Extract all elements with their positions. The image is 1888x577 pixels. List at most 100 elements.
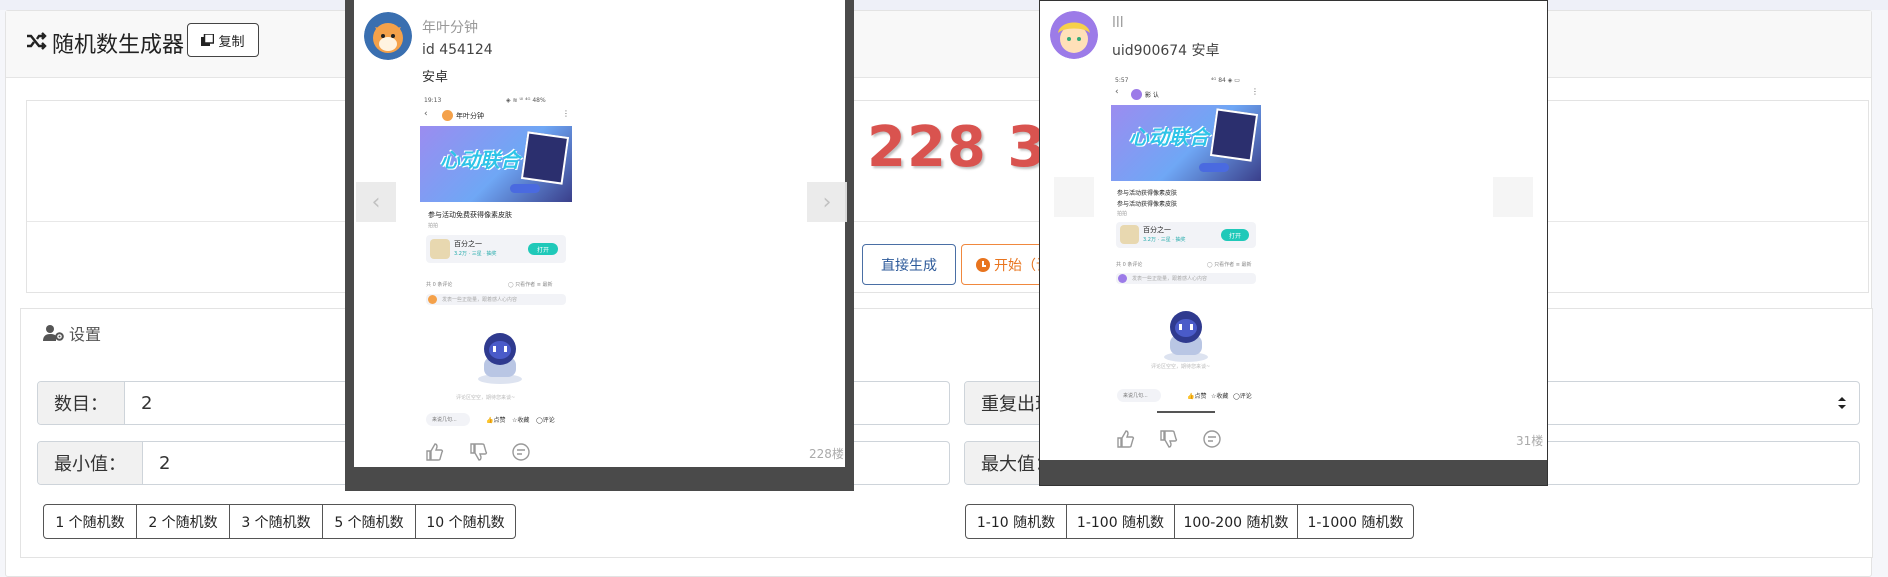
shot-card-name: 百分之一: [1143, 226, 1171, 234]
user-id: uid900674 安卓: [1112, 43, 1220, 59]
avatar: [364, 12, 412, 60]
shot-filter: ◯ 只看作者 ≡ 最新: [1207, 262, 1252, 268]
shot-back-icon: ‹: [1115, 87, 1119, 97]
shot-empty-text: 评论区空空，期待您来谈~: [456, 395, 516, 401]
result-divider: [27, 221, 1868, 222]
shot-comments-count: 共 0 条评论: [1116, 262, 1143, 268]
preset-count-10[interactable]: 10 个随机数: [415, 504, 516, 539]
popup-bottom-bar: [1040, 460, 1547, 485]
shot-task-text: 参与活动免费获得像素皮肤: [428, 211, 512, 219]
shot-status-time: 5:57: [1115, 77, 1129, 84]
shot-more-icon: ⋮: [1251, 87, 1259, 96]
shot-banner-title: 心动联合: [440, 148, 520, 172]
shot-bottom-input-text: 来说几句...: [1123, 393, 1148, 399]
top-strip: [0, 0, 1888, 10]
settings-heading: 设置: [43, 321, 101, 345]
shot-empty-text: 评论区空空，期待您来谈~: [1151, 364, 1211, 370]
username: 年叶分钟: [422, 20, 478, 36]
shot-comment: ◯评论: [1233, 393, 1252, 400]
comment-card-left: 年叶分钟 id 454124 安卓 19:13 ◈ ≋ ᵁˡ ⁴ᴳ 48% ‹ …: [354, 0, 847, 467]
generate-button[interactable]: 直接生成: [862, 244, 956, 285]
shot-status-right: ⁴ᴳ 84 ◈ ▭: [1211, 77, 1240, 84]
min-label: 最小值：: [38, 442, 143, 484]
shot-like: 👍点赞: [486, 417, 506, 424]
result-panel: 228 31 直接生成 开始（计时: [26, 100, 1869, 293]
robot-mascot-icon: [478, 333, 522, 384]
count-label: 数目：: [38, 382, 125, 424]
preset-range-1-100[interactable]: 1-100 随机数: [1066, 504, 1175, 539]
thumbs-down-icon[interactable]: [1158, 429, 1178, 449]
shuffle-icon: [27, 32, 47, 50]
comment-popup-left: 年叶分钟 id 454124 安卓 19:13 ◈ ≋ ᵁˡ ⁴ᴳ 48% ‹ …: [345, 0, 854, 491]
shot-task-text: 参与活动获得像素皮肤: [1117, 190, 1178, 197]
page-title: 随机数生成器: [52, 33, 185, 58]
shot-nav-name: 影 认: [1145, 92, 1159, 99]
prev-arrow-button[interactable]: [1054, 177, 1094, 217]
shot-back-icon: ‹: [424, 109, 428, 119]
thumbs-up-icon[interactable]: [424, 442, 444, 462]
prev-arrow-button[interactable]: ‹: [356, 182, 396, 222]
range-presets: 1-10 随机数 1-100 随机数 100-200 随机数 1-1000 随机…: [965, 504, 1414, 539]
shot-avatar: [1131, 89, 1142, 100]
shot-banner-title: 心动联合: [1129, 125, 1209, 149]
preset-range-1-1000[interactable]: 1-1000 随机数: [1297, 504, 1414, 539]
shot-avatar: [442, 110, 453, 121]
attached-screenshot[interactable]: 5:57 ⁴ᴳ 84 ◈ ▭ ‹ 影 认 ⋮ 心动联合 参与活动获得像素皮肤 参…: [1111, 75, 1261, 417]
shot-fav: ☆收藏: [512, 417, 530, 424]
preset-count-1[interactable]: 1 个随机数: [43, 504, 137, 539]
shot-status-time: 19:13: [424, 97, 442, 104]
preset-count-2[interactable]: 2 个随机数: [136, 504, 230, 539]
copy-button-label: 复制: [218, 34, 245, 50]
shot-home-indicator: [1157, 411, 1215, 413]
copy-button[interactable]: 复制: [187, 23, 259, 57]
shot-follow-button: 打开: [1221, 229, 1249, 241]
shot-status-right: ◈ ≋ ᵁˡ ⁴ᴳ 48%: [506, 97, 546, 104]
shot-sub-text: 拍拍: [428, 223, 439, 229]
next-arrow-button[interactable]: [1493, 177, 1533, 217]
shot-card-meta: 3.2万 · 三星 · 抽奖: [1143, 237, 1186, 243]
platform: 安卓: [422, 70, 449, 85]
shot-reply-placeholder: 发表一些正能量，跟着感人心内容: [442, 297, 518, 303]
shot-sub-text: 拍拍: [1117, 211, 1128, 217]
settings-panel: 设置 数目： 2 重复出现 最小值： 2 最大值： 1 个随机数 2 个随机数 …: [20, 308, 1873, 558]
preset-count-3[interactable]: 3 个随机数: [229, 504, 323, 539]
user-settings-icon: [43, 325, 64, 341]
shot-follow-button: 打开: [528, 243, 558, 255]
comment-icon[interactable]: [1202, 429, 1222, 449]
shot-task-text-2: 参与活动获得像素皮肤: [1117, 201, 1178, 208]
comment-card-right: lll uid900674 安卓 5:57 ⁴ᴳ 84 ◈ ▭ ‹ 影 认 ⋮ …: [1040, 1, 1547, 460]
select-arrows-icon: [1838, 397, 1846, 409]
shot-card-name: 百分之一: [454, 240, 482, 248]
floor-number: 31楼: [1516, 434, 1544, 448]
username: lll: [1112, 15, 1124, 31]
shot-nav-name: 年叶分钟: [456, 112, 484, 120]
shot-filter: ◯ 只看作者 ≡ 最新: [508, 282, 553, 288]
shot-banner: 心动联合: [1111, 105, 1261, 181]
robot-mascot-icon: [1164, 311, 1208, 362]
shot-comments-count: 共 0 条评论: [426, 282, 453, 288]
shot-bottom-input-text: 来说几句...: [432, 417, 457, 423]
comment-popup-right: lll uid900674 安卓 5:57 ⁴ᴳ 84 ◈ ▭ ‹ 影 认 ⋮ …: [1039, 0, 1548, 486]
settings-title: 设置: [69, 325, 102, 344]
shot-banner: 心动联合: [420, 126, 572, 202]
shot-fav: ☆收藏: [1211, 393, 1229, 400]
floor-number: 228楼: [809, 447, 844, 461]
shot-more-icon: ⋮: [562, 109, 570, 118]
shot-like: 👍点赞: [1187, 393, 1207, 400]
preset-range-1-10[interactable]: 1-10 随机数: [965, 504, 1067, 539]
attached-screenshot[interactable]: 19:13 ◈ ≋ ᵁˡ ⁴ᴳ 48% ‹ 年叶分钟 ⋮ 心动联合 参与活动免费…: [420, 95, 572, 430]
next-arrow-button[interactable]: ›: [807, 182, 847, 222]
count-presets: 1 个随机数 2 个随机数 3 个随机数 5 个随机数 10 个随机数: [43, 504, 516, 539]
preset-count-5[interactable]: 5 个随机数: [322, 504, 416, 539]
avatar: [1050, 11, 1098, 59]
thumbs-up-icon[interactable]: [1115, 429, 1135, 449]
generator-card: 随机数生成器 复制 228 31 直接生成 开始（计时 设置 数目： 2 重复出…: [5, 10, 1873, 577]
preset-range-100-200[interactable]: 100-200 随机数: [1174, 504, 1298, 539]
card-header: 随机数生成器 复制: [6, 11, 1871, 78]
thumbs-down-icon[interactable]: [468, 442, 488, 462]
shot-reply-placeholder: 发表一些正能量，跟着感人心内容: [1132, 276, 1208, 282]
clock-icon: [976, 257, 990, 272]
comment-icon[interactable]: [511, 442, 531, 462]
shot-comment: ◯评论: [536, 417, 555, 424]
shot-card-meta: 3.2万 · 三星 · 抽奖: [454, 251, 497, 257]
